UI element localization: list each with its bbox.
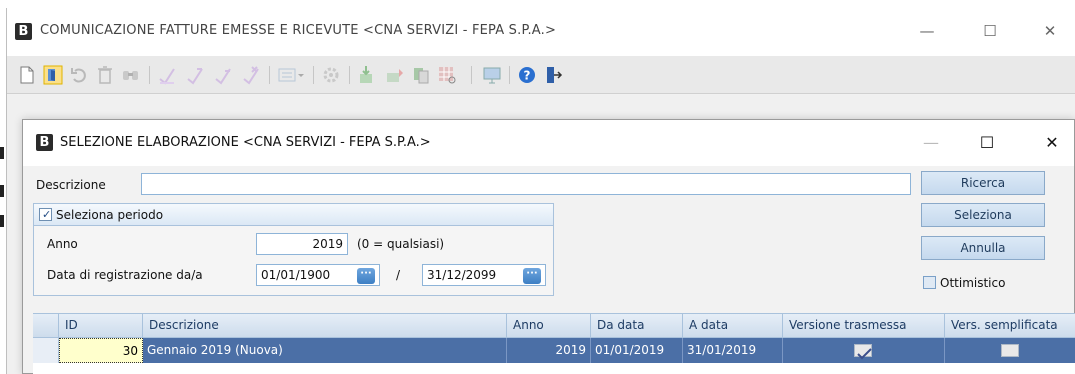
column-header-vers-semplificata[interactable]: Vers. semplificata [945, 314, 1075, 338]
data-a-value: 31/12/2099 [427, 268, 497, 282]
row-indicator-header [33, 314, 59, 338]
descrizione-label: Descrizione [36, 178, 106, 192]
annulla-button[interactable]: Annulla [921, 236, 1045, 260]
cell-id[interactable]: 30 [59, 338, 143, 363]
cell-anno[interactable]: 2019 [507, 338, 591, 363]
column-header-a-data[interactable]: A data [683, 314, 783, 338]
dialog-minimize-button[interactable]: — [916, 130, 946, 156]
import-icon[interactable] [357, 65, 377, 85]
seleziona-periodo-checkbox[interactable]: ✓ [39, 208, 52, 221]
copy-icon[interactable] [411, 65, 431, 85]
cell-da-data[interactable]: 01/01/2019 [591, 338, 683, 363]
ottimistico-label: Ottimistico [940, 276, 1006, 290]
minimize-button[interactable]: — [912, 18, 942, 44]
dialog-title: SELEZIONE ELABORAZIONE <CNA SERVIZI - FE… [60, 135, 431, 150]
date-separator: / [396, 268, 401, 282]
app-logo-icon: B [15, 23, 32, 40]
vers-semplificata-checkbox[interactable] [1001, 344, 1019, 357]
delete-icon[interactable] [95, 65, 115, 85]
seleziona-periodo-header: ✓ Seleziona periodo [34, 204, 553, 226]
calendar-button-da[interactable]: ··· [357, 268, 375, 284]
cell-vers-semplificata[interactable] [945, 338, 1075, 363]
data-registrazione-label: Data di registrazione da/a [47, 268, 203, 282]
data-a-input[interactable]: 31/12/2099 ··· [422, 264, 546, 286]
descrizione-input[interactable] [141, 173, 911, 195]
seleziona-periodo-group: ✓ Seleziona periodo Anno 2019 (0 = quals… [33, 203, 554, 296]
toolbar-separator [149, 66, 150, 84]
undo-icon[interactable] [69, 65, 89, 85]
elaborazioni-grid: ID Descrizione Anno Da data A data Versi… [33, 313, 1075, 374]
dialog-title-bar: B SELEZIONE ELABORAZIONE <CNA SERVIZI - … [23, 120, 1074, 166]
column-header-descrizione[interactable]: Descrizione [143, 314, 507, 338]
ricerca-button[interactable]: Ricerca [921, 171, 1045, 195]
toolbar-separator [313, 66, 314, 84]
edit-icon-3[interactable] [213, 65, 233, 85]
data-da-value: 01/01/1900 [261, 268, 331, 282]
exit-icon[interactable] [543, 65, 563, 85]
edit-icon-2[interactable] [185, 65, 205, 85]
report-icon[interactable] [437, 65, 457, 85]
anno-label: Anno [47, 237, 78, 251]
toolbar-separator [509, 66, 510, 84]
seleziona-button[interactable]: Seleziona [921, 203, 1045, 227]
row-indicator[interactable] [33, 338, 59, 363]
dialog-maximize-button[interactable]: ☐ [972, 130, 1002, 156]
screen: B COMUNICAZIONE FATTURE EMESSE E RICEVUT… [0, 0, 1075, 374]
close-button[interactable]: ✕ [1035, 18, 1065, 44]
export-icon[interactable] [385, 65, 405, 85]
edit-cancel-icon[interactable] [241, 65, 261, 85]
ottimistico-checkbox[interactable] [923, 276, 936, 289]
find-icon[interactable] [121, 65, 141, 85]
versione-trasmessa-checkbox[interactable] [854, 344, 872, 360]
toolbar-separator [269, 66, 270, 84]
toolbar: ? [7, 56, 1075, 94]
edit-icon-1[interactable] [157, 65, 177, 85]
new-document-icon[interactable] [17, 65, 37, 85]
cell-versione-trasmessa[interactable] [783, 338, 945, 363]
column-header-id[interactable]: ID [59, 314, 143, 338]
toolbar-separator [471, 66, 472, 84]
cell-a-data[interactable]: 31/01/2019 [683, 338, 783, 363]
selection-dialog: B SELEZIONE ELABORAZIONE <CNA SERVIZI - … [22, 119, 1075, 374]
data-da-input[interactable]: 01/01/1900 ··· [256, 264, 380, 286]
column-header-anno[interactable]: Anno [507, 314, 591, 338]
dialog-close-button[interactable]: ✕ [1037, 130, 1067, 156]
column-header-da-data[interactable]: Da data [591, 314, 683, 338]
edge-mark [0, 185, 4, 197]
checkmark-icon [857, 348, 872, 360]
column-header-versione-trasmessa[interactable]: Versione trasmessa [783, 314, 945, 338]
edge-mark [0, 215, 4, 227]
checkmark-icon: ✓ [42, 208, 52, 221]
list-dropdown-icon[interactable] [277, 65, 305, 85]
main-window-title: COMUNICAZIONE FATTURE EMESSE E RICEVUTE … [40, 23, 557, 38]
seleziona-periodo-label: Seleziona periodo [56, 208, 164, 222]
settings-icon[interactable] [321, 65, 341, 85]
toolbar-separator [349, 66, 350, 84]
edge-mark [0, 147, 4, 159]
svg-text:?: ? [524, 69, 531, 83]
grid-header: ID Descrizione Anno Da data A data Versi… [33, 314, 1075, 338]
anno-input[interactable]: 2019 [256, 233, 348, 255]
main-title-bar: B COMUNICAZIONE FATTURE EMESSE E RICEVUT… [7, 8, 1075, 56]
help-icon[interactable]: ? [517, 65, 537, 85]
anno-hint: (0 = qualsiasi) [357, 237, 445, 251]
cell-descrizione[interactable]: Gennaio 2019 (Nuova) [143, 338, 507, 363]
dialog-logo-icon: B [36, 134, 53, 151]
table-row[interactable]: 30 Gennaio 2019 (Nuova) 2019 01/01/2019 … [33, 338, 1075, 363]
open-folder-icon[interactable] [43, 65, 63, 85]
calendar-button-a[interactable]: ··· [523, 268, 541, 284]
monitor-icon[interactable] [482, 65, 502, 85]
maximize-button[interactable]: ☐ [975, 18, 1005, 44]
